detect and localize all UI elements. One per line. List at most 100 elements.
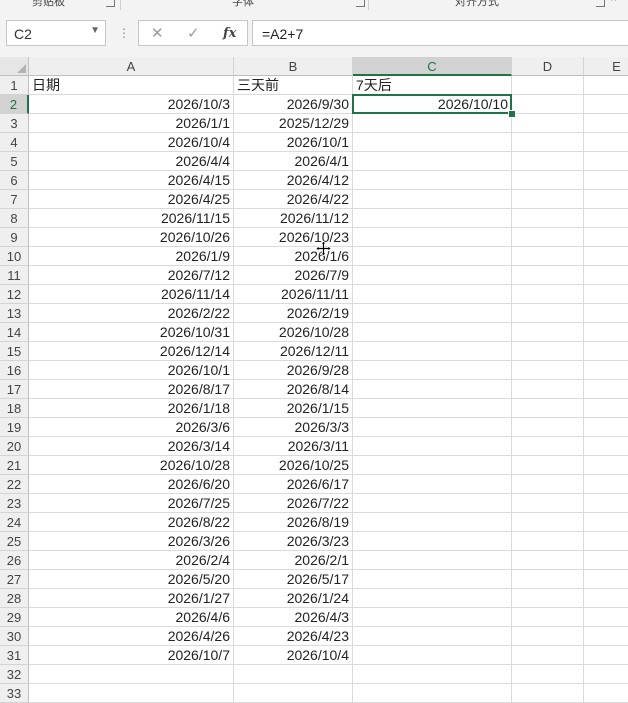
row-header[interactable]: 26 bbox=[0, 551, 29, 570]
cell-a[interactable]: 2026/3/26 bbox=[29, 532, 233, 551]
row-header[interactable]: 16 bbox=[0, 361, 29, 380]
cell-b[interactable]: 2026/2/1 bbox=[234, 551, 352, 570]
cell-b[interactable]: 2026/10/23 bbox=[234, 228, 352, 247]
cell-b[interactable]: 2026/10/25 bbox=[234, 456, 352, 475]
row-header[interactable]: 21 bbox=[0, 456, 29, 475]
formula-input[interactable]: =A2+7 bbox=[252, 20, 628, 46]
cell-a[interactable]: 2026/4/26 bbox=[29, 627, 233, 646]
cell-b[interactable]: 2026/4/1 bbox=[234, 152, 352, 171]
cell-a[interactable]: 2026/2/22 bbox=[29, 304, 233, 323]
cell-a[interactable]: 2026/7/25 bbox=[29, 494, 233, 513]
column-header-c[interactable]: C bbox=[353, 57, 512, 76]
cell-b[interactable]: 三天前 bbox=[234, 76, 352, 95]
font-launcher-icon[interactable] bbox=[356, 0, 365, 7]
row-header[interactable]: 14 bbox=[0, 323, 29, 342]
cell-a[interactable]: 2026/1/18 bbox=[29, 399, 233, 418]
cell-b[interactable]: 2026/3/3 bbox=[234, 418, 352, 437]
cell-b[interactable]: 2026/3/11 bbox=[234, 437, 352, 456]
row-header[interactable]: 22 bbox=[0, 475, 29, 494]
row-header[interactable]: 10 bbox=[0, 247, 29, 266]
enter-icon[interactable]: ✓ bbox=[187, 24, 200, 42]
row-header[interactable]: 29 bbox=[0, 608, 29, 627]
row-header[interactable]: 33 bbox=[0, 684, 29, 703]
clipboard-launcher-icon[interactable] bbox=[106, 0, 115, 7]
cell-b[interactable]: 2025/12/29 bbox=[234, 114, 352, 133]
cell-b[interactable]: 2026/2/19 bbox=[234, 304, 352, 323]
row-header[interactable]: 32 bbox=[0, 665, 29, 684]
cell-a[interactable]: 2026/10/3 bbox=[29, 95, 233, 114]
row-header[interactable]: 25 bbox=[0, 532, 29, 551]
cell-a[interactable]: 2026/6/20 bbox=[29, 475, 233, 494]
cell-a[interactable]: 2026/12/14 bbox=[29, 342, 233, 361]
cell-a[interactable]: 2026/8/17 bbox=[29, 380, 233, 399]
cell-a[interactable]: 2026/1/1 bbox=[29, 114, 233, 133]
cell-a[interactable]: 2026/1/27 bbox=[29, 589, 233, 608]
cell-b[interactable]: 2026/12/11 bbox=[234, 342, 352, 361]
row-header[interactable]: 2 bbox=[0, 95, 29, 114]
row-header[interactable]: 27 bbox=[0, 570, 29, 589]
spreadsheet-grid[interactable]: A B C D E 1 2 3 4 5 6 7 8 9 10 11 12 13 14 15 16 17 18 19 20 21 22… bbox=[0, 57, 628, 703]
cell-b[interactable]: 2026/5/17 bbox=[234, 570, 352, 589]
cell-a[interactable]: 2026/10/1 bbox=[29, 361, 233, 380]
collapse-ribbon-icon[interactable]: ^ bbox=[611, 0, 616, 7]
chevron-down-icon[interactable]: ▼ bbox=[90, 25, 100, 36]
cell-a[interactable]: 2026/11/15 bbox=[29, 209, 233, 228]
cell-a[interactable]: 2026/4/6 bbox=[29, 608, 233, 627]
name-box[interactable]: C2 ▼ bbox=[6, 20, 106, 46]
cell-b[interactable]: 2026/10/4 bbox=[234, 646, 352, 665]
column-header-d[interactable]: D bbox=[512, 57, 584, 76]
cell-c[interactable]: 7天后 bbox=[353, 76, 511, 95]
cell-b[interactable]: 2026/10/28 bbox=[234, 323, 352, 342]
cell-a[interactable]: 2026/4/4 bbox=[29, 152, 233, 171]
row-header[interactable]: 3 bbox=[0, 114, 29, 133]
alignment-launcher-icon[interactable] bbox=[596, 0, 605, 7]
cell-b[interactable]: 2026/11/11 bbox=[234, 285, 352, 304]
select-all-corner[interactable] bbox=[0, 57, 29, 76]
cell-b[interactable]: 2026/4/22 bbox=[234, 190, 352, 209]
column-header-e[interactable]: E bbox=[584, 57, 628, 76]
cell-b[interactable]: 2026/4/23 bbox=[234, 627, 352, 646]
cell-b[interactable]: 2026/8/19 bbox=[234, 513, 352, 532]
row-header[interactable]: 7 bbox=[0, 190, 29, 209]
row-header[interactable]: 12 bbox=[0, 285, 29, 304]
cell-a[interactable]: 2026/7/12 bbox=[29, 266, 233, 285]
cell-a[interactable]: 2026/3/14 bbox=[29, 437, 233, 456]
cell-b[interactable]: 2026/8/14 bbox=[234, 380, 352, 399]
cell-b[interactable]: 2026/1/15 bbox=[234, 399, 352, 418]
row-header[interactable]: 5 bbox=[0, 152, 29, 171]
row-header[interactable]: 13 bbox=[0, 304, 29, 323]
row-header[interactable]: 23 bbox=[0, 494, 29, 513]
cell-b[interactable]: 2026/7/9 bbox=[234, 266, 352, 285]
row-header[interactable]: 8 bbox=[0, 209, 29, 228]
row-header[interactable]: 17 bbox=[0, 380, 29, 399]
cell-a[interactable]: 2026/8/22 bbox=[29, 513, 233, 532]
row-header[interactable]: 19 bbox=[0, 418, 29, 437]
resize-handle-icon[interactable]: ⋮ bbox=[118, 26, 130, 40]
cell-b[interactable]: 2026/10/1 bbox=[234, 133, 352, 152]
cell-b[interactable]: 2026/3/23 bbox=[234, 532, 352, 551]
cell-a[interactable]: 2026/1/9 bbox=[29, 247, 233, 266]
row-header[interactable]: 15 bbox=[0, 342, 29, 361]
cell-b[interactable]: 2026/11/12 bbox=[234, 209, 352, 228]
cell-b[interactable]: 2026/1/24 bbox=[234, 589, 352, 608]
insert-function-icon[interactable]: fx bbox=[223, 26, 236, 41]
cell-a[interactable]: 2026/11/14 bbox=[29, 285, 233, 304]
cell-a[interactable]: 日期 bbox=[29, 76, 233, 95]
cell-a[interactable]: 2026/3/6 bbox=[29, 418, 233, 437]
cell-b[interactable]: 2026/9/28 bbox=[234, 361, 352, 380]
row-header[interactable]: 24 bbox=[0, 513, 29, 532]
row-header[interactable]: 1 bbox=[0, 76, 29, 95]
row-header[interactable]: 9 bbox=[0, 228, 29, 247]
row-header[interactable]: 18 bbox=[0, 399, 29, 418]
row-header[interactable]: 30 bbox=[0, 627, 29, 646]
row-header[interactable]: 28 bbox=[0, 589, 29, 608]
cancel-icon[interactable]: ✕ bbox=[151, 24, 164, 42]
cell-b[interactable]: 2026/4/12 bbox=[234, 171, 352, 190]
cell-b[interactable]: 2026/9/30 bbox=[234, 95, 352, 114]
row-header[interactable]: 31 bbox=[0, 646, 29, 665]
cell-a[interactable]: 2026/10/26 bbox=[29, 228, 233, 247]
cell-b[interactable]: 2026/6/17 bbox=[234, 475, 352, 494]
row-header[interactable]: 6 bbox=[0, 171, 29, 190]
cell-a[interactable]: 2026/10/7 bbox=[29, 646, 233, 665]
cell-b[interactable]: 2026/7/22 bbox=[234, 494, 352, 513]
